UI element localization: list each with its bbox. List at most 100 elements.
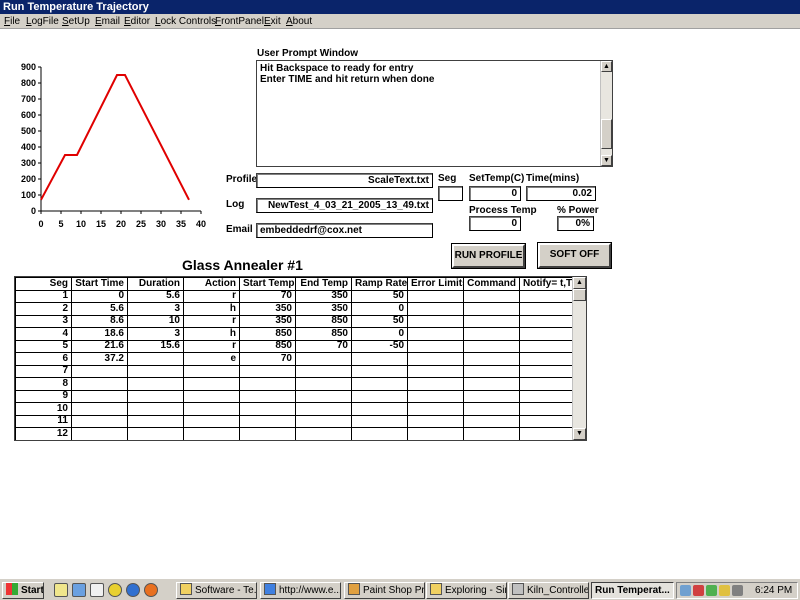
cell-ramp-rate[interactable]: 0 — [351, 327, 408, 341]
task-software[interactable]: Software - Te... — [176, 582, 257, 599]
cell-duration[interactable] — [127, 377, 184, 391]
table-scrollbar[interactable]: ▲ ▼ — [572, 277, 586, 440]
cell-action[interactable]: r — [183, 314, 240, 328]
cell-command[interactable] — [463, 364, 520, 378]
cell-action[interactable] — [183, 427, 240, 440]
scroll-up-icon[interactable]: ▲ — [573, 277, 586, 289]
cell-duration[interactable] — [127, 414, 184, 428]
cell-command[interactable] — [463, 414, 520, 428]
cell-error-limits[interactable] — [407, 402, 464, 416]
quicklaunch-edit-icon[interactable] — [54, 583, 68, 597]
menu-logfile[interactable]: LogFile — [26, 15, 59, 28]
task-exploring[interactable]: Exploring - Sin... — [426, 582, 507, 599]
email-field[interactable]: embeddedrf@cox.net — [256, 223, 433, 238]
cell-error-limits[interactable] — [407, 364, 464, 378]
cell-notify[interactable] — [519, 414, 574, 428]
cell-start-time[interactable]: 37.2 — [71, 352, 128, 366]
cell-start-temp[interactable] — [239, 377, 296, 391]
menu-exit[interactable]: Exit — [264, 15, 281, 28]
cell-notify[interactable] — [519, 402, 574, 416]
cell-start-time[interactable] — [71, 364, 128, 378]
scroll-down-icon[interactable]: ▼ — [601, 155, 612, 166]
cell-start-temp[interactable] — [239, 402, 296, 416]
quicklaunch-firefox-icon[interactable] — [144, 583, 158, 597]
cell-action[interactable]: r — [183, 289, 240, 303]
quicklaunch-explorer-icon[interactable] — [72, 583, 86, 597]
tray-app-icon[interactable] — [706, 585, 717, 596]
cell-action[interactable] — [183, 364, 240, 378]
cell-start-temp[interactable]: 350 — [239, 302, 296, 316]
cell-notify[interactable] — [519, 314, 574, 328]
cell-notify[interactable] — [519, 352, 574, 366]
cell-notify[interactable] — [519, 389, 574, 403]
tray-network-icon[interactable] — [680, 585, 691, 596]
cell-end-temp[interactable] — [295, 389, 352, 403]
task-run-temperature[interactable]: Run Temperat... — [591, 582, 674, 599]
cell-error-limits[interactable] — [407, 427, 464, 440]
cell-start-temp[interactable]: 850 — [239, 327, 296, 341]
cell-action[interactable] — [183, 414, 240, 428]
quicklaunch-media-icon[interactable] — [108, 583, 122, 597]
profile-field[interactable]: ScaleText.txt — [256, 173, 433, 188]
cell-duration[interactable] — [127, 389, 184, 403]
cell-error-limits[interactable] — [407, 377, 464, 391]
menu-email[interactable]: Email — [95, 15, 120, 28]
cell-end-temp[interactable] — [295, 402, 352, 416]
cell-notify[interactable] — [519, 377, 574, 391]
cell-duration[interactable] — [127, 352, 184, 366]
cell-start-temp[interactable]: 850 — [239, 339, 296, 353]
cell-start-temp[interactable]: 70 — [239, 352, 296, 366]
cell-command[interactable] — [463, 389, 520, 403]
cell-end-temp[interactable] — [295, 377, 352, 391]
user-prompt-window[interactable]: Hit Backspace to ready for entry Enter T… — [256, 60, 613, 167]
cell-ramp-rate[interactable]: 50 — [351, 314, 408, 328]
scroll-thumb[interactable] — [573, 289, 586, 301]
cell-ramp-rate[interactable]: 0 — [351, 302, 408, 316]
cell-duration[interactable]: 3 — [127, 302, 184, 316]
cell-ramp-rate[interactable] — [351, 389, 408, 403]
cell-start-temp[interactable] — [239, 364, 296, 378]
cell-action[interactable]: r — [183, 339, 240, 353]
cell-duration[interactable]: 5.6 — [127, 289, 184, 303]
menu-setup[interactable]: SetUp — [62, 15, 90, 28]
tray-app-icon[interactable] — [719, 585, 730, 596]
start-button[interactable]: Start — [2, 582, 44, 599]
cell-start-time[interactable]: 8.6 — [71, 314, 128, 328]
cell-ramp-rate[interactable] — [351, 427, 408, 440]
cell-duration[interactable] — [127, 402, 184, 416]
scroll-up-icon[interactable]: ▲ — [601, 61, 612, 72]
cell-command[interactable] — [463, 327, 520, 341]
cell-command[interactable] — [463, 302, 520, 316]
menu-file[interactable]: File — [4, 15, 20, 28]
run-profile-button[interactable]: RUN PROFILE — [451, 243, 526, 269]
cell-ramp-rate[interactable] — [351, 364, 408, 378]
tray-app-icon[interactable] — [693, 585, 704, 596]
cell-start-time[interactable]: 0 — [71, 289, 128, 303]
cell-end-temp[interactable] — [295, 414, 352, 428]
cell-start-time[interactable] — [71, 377, 128, 391]
cell-command[interactable] — [463, 339, 520, 353]
cell-action[interactable] — [183, 402, 240, 416]
cell-start-temp[interactable] — [239, 414, 296, 428]
log-field[interactable]: NewTest_4_03_21_2005_13_49.txt — [256, 198, 433, 213]
cell-end-temp[interactable]: 70 — [295, 339, 352, 353]
cell-end-temp[interactable]: 850 — [295, 314, 352, 328]
task-paintshop[interactable]: Paint Shop Pr... — [344, 582, 425, 599]
prompt-scrollbar[interactable]: ▲ ▼ — [600, 61, 612, 166]
cell-start-time[interactable]: 5.6 — [71, 302, 128, 316]
cell-start-temp[interactable]: 350 — [239, 314, 296, 328]
cell-command[interactable] — [463, 377, 520, 391]
cell-ramp-rate[interactable] — [351, 414, 408, 428]
soft-off-button[interactable]: SOFT OFF — [537, 242, 612, 269]
cell-error-limits[interactable] — [407, 389, 464, 403]
cell-command[interactable] — [463, 427, 520, 440]
clock[interactable]: 6:24 PM — [755, 584, 792, 598]
cell-end-temp[interactable] — [295, 364, 352, 378]
cell-ramp-rate[interactable] — [351, 352, 408, 366]
menu-frontpanel[interactable]: FrontPanel — [215, 15, 264, 28]
cell-duration[interactable]: 10 — [127, 314, 184, 328]
cell-ramp-rate[interactable]: -50 — [351, 339, 408, 353]
cell-action[interactable] — [183, 389, 240, 403]
cell-start-time[interactable]: 18.6 — [71, 327, 128, 341]
cell-action[interactable]: h — [183, 327, 240, 341]
